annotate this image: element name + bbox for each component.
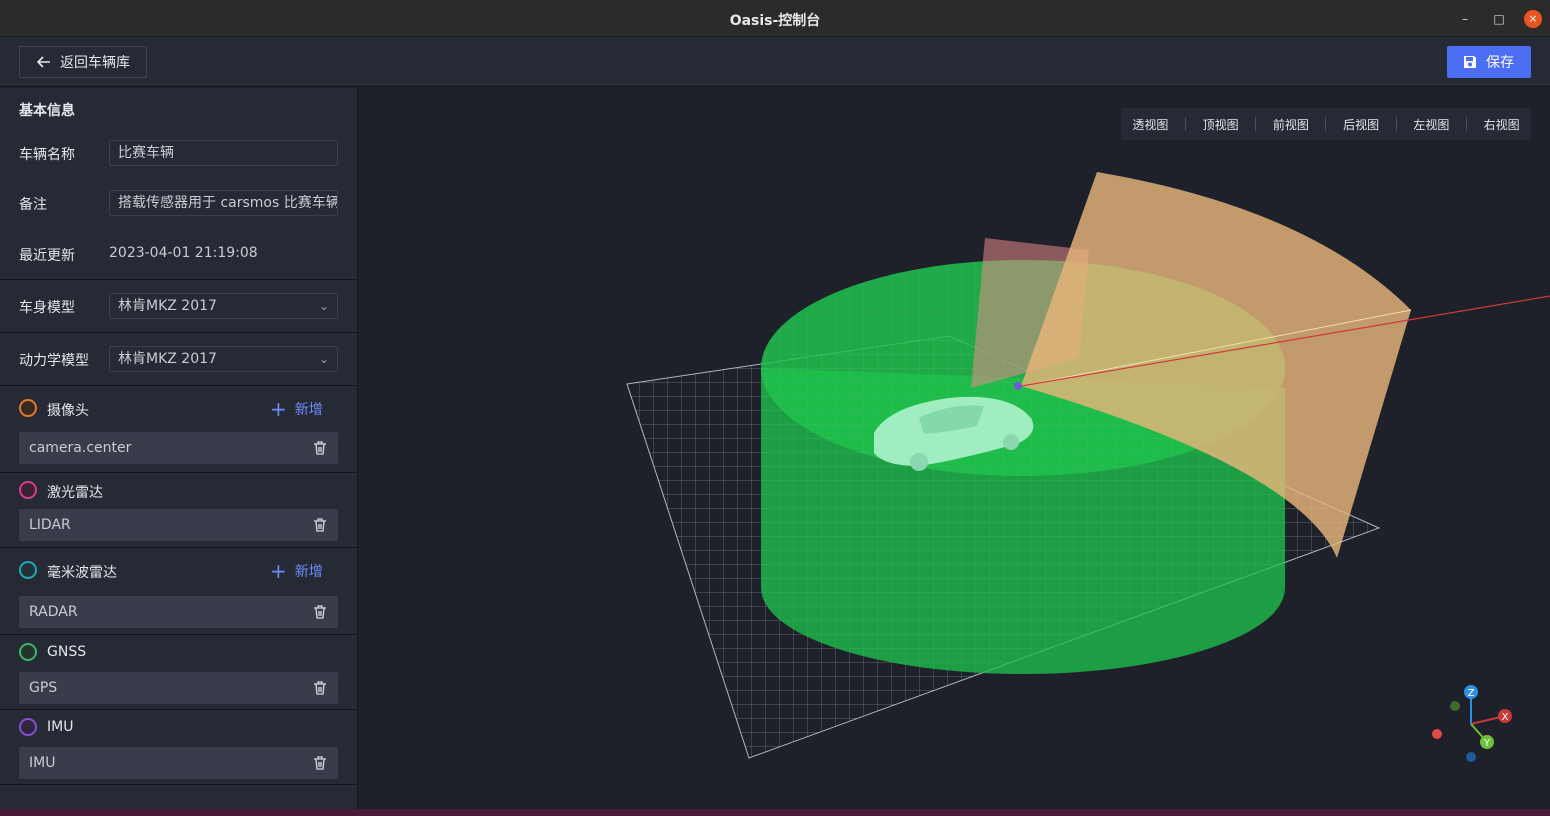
window-title: Oasis-控制台: [729, 13, 821, 29]
body-model-section: 车身模型 林肯MKZ 2017 ⌄: [0, 280, 358, 333]
basic-info-heading: 基本信息: [19, 103, 75, 119]
sensor-item-label: camera.center: [29, 440, 132, 456]
divider: [1255, 117, 1257, 131]
dynamics-model-label: 动力学模型: [19, 353, 89, 369]
add-radar-label: 新增: [294, 564, 323, 580]
note-label: 备注: [19, 197, 47, 213]
lidar-section: 激光雷达 LIDAR: [0, 473, 358, 548]
back-to-library-button[interactable]: 返回车辆库: [19, 46, 147, 78]
divider: [1466, 117, 1468, 131]
trash-icon[interactable]: [312, 517, 328, 533]
plus-icon: +: [270, 397, 287, 421]
tab-left-view[interactable]: 左视图: [1407, 116, 1455, 133]
desktop-bottom-strip: [0, 809, 1550, 816]
arrow-left-icon: [36, 56, 50, 68]
trash-icon[interactable]: [312, 604, 328, 620]
lidar-icon: [19, 481, 37, 499]
trash-icon[interactable]: [312, 680, 328, 696]
chevron-down-icon: ⌄: [318, 352, 329, 366]
close-button[interactable]: ×: [1524, 10, 1542, 28]
back-label: 返回车辆库: [60, 55, 130, 71]
camera-label: 摄像头: [47, 403, 89, 419]
y-axis-label: Y: [1483, 738, 1491, 749]
neg-z-handle[interactable]: [1466, 752, 1476, 762]
lidar-label: 激光雷达: [47, 485, 103, 501]
minimize-button[interactable]: –: [1456, 10, 1474, 28]
save-button[interactable]: 保存: [1447, 46, 1531, 78]
tab-back-view[interactable]: 后视图: [1337, 116, 1385, 133]
sensor-item-gnss[interactable]: GPS: [19, 672, 338, 704]
radar-section: 毫米波雷达 + 新增 RADAR: [0, 548, 358, 635]
tab-front-view[interactable]: 前视图: [1267, 116, 1315, 133]
dynamics-model-section: 动力学模型 林肯MKZ 2017 ⌄: [0, 333, 358, 386]
tab-top-view[interactable]: 顶视图: [1197, 116, 1245, 133]
updated-label: 最近更新: [19, 248, 75, 264]
tab-perspective-view[interactable]: 透视图: [1126, 116, 1174, 133]
view-switcher: 透视图 顶视图 前视图 后视图 左视图 右视图: [1121, 108, 1531, 140]
top-toolbar: 返回车辆库 保存: [0, 37, 1550, 87]
vehicle-name-label: 车辆名称: [19, 147, 75, 163]
body-model-select[interactable]: 林肯MKZ 2017 ⌄: [109, 293, 338, 319]
sensor-item-label: GPS: [29, 680, 58, 696]
window-titlebar: Oasis-控制台 – □ ×: [0, 0, 1550, 37]
maximize-button[interactable]: □: [1490, 10, 1508, 28]
gnss-icon: [19, 643, 37, 661]
sensor-item-label: IMU: [29, 755, 56, 771]
divider: [1395, 117, 1397, 131]
camera-section: 摄像头 + 新增 camera.center: [0, 386, 358, 473]
add-camera-button[interactable]: + 新增: [270, 399, 323, 419]
gnss-label: GNSS: [47, 644, 87, 660]
sensor-item-lidar[interactable]: LIDAR: [19, 509, 338, 541]
sensor-item-imu[interactable]: IMU: [19, 747, 338, 779]
sensor-item-label: RADAR: [29, 604, 78, 620]
add-camera-label: 新增: [294, 402, 323, 418]
z-axis-label: Z: [1468, 688, 1475, 699]
3d-viewport[interactable]: Z X Y 透视图 顶视图 前视图 后视图 左视图 右视图: [359, 88, 1550, 809]
dynamics-model-value: 林肯MKZ 2017: [118, 351, 217, 367]
sensor-scene[interactable]: Z X Y: [359, 88, 1550, 809]
radar-label: 毫米波雷达: [47, 565, 117, 581]
add-radar-button[interactable]: + 新增: [270, 561, 323, 581]
divider: [1325, 117, 1327, 131]
tab-right-view[interactable]: 右视图: [1478, 116, 1526, 133]
save-label: 保存: [1486, 55, 1514, 71]
basic-info-section: 基本信息 车辆名称 比赛车辆 备注 搭载传感器用于 carsmos 比赛车辆 最…: [0, 88, 358, 280]
note-input[interactable]: 搭载传感器用于 carsmos 比赛车辆: [109, 190, 338, 216]
chevron-down-icon: ⌄: [318, 299, 329, 313]
neg-x-handle[interactable]: [1432, 729, 1442, 739]
x-axis-label: X: [1502, 712, 1509, 723]
updated-value: 2023-04-01 21:19:08: [109, 245, 258, 261]
dynamics-model-select[interactable]: 林肯MKZ 2017 ⌄: [109, 346, 338, 372]
imu-icon: [19, 718, 37, 736]
plus-icon: +: [270, 559, 287, 583]
vehicle-name-input[interactable]: 比赛车辆: [109, 140, 338, 166]
vehicle-config-sidebar: 基本信息 车辆名称 比赛车辆 备注 搭载传感器用于 carsmos 比赛车辆 最…: [0, 88, 358, 809]
imu-label: IMU: [47, 719, 74, 735]
body-model-value: 林肯MKZ 2017: [118, 298, 217, 314]
body-model-label: 车身模型: [19, 300, 75, 316]
camera-icon: [19, 399, 37, 417]
gnss-section: GNSS GPS: [0, 635, 358, 710]
save-icon: [1464, 56, 1476, 68]
trash-icon[interactable]: [312, 755, 328, 771]
divider: [1184, 117, 1186, 131]
sensor-item-label: LIDAR: [29, 517, 71, 533]
sensor-item-camera[interactable]: camera.center: [19, 432, 338, 464]
sensor-item-radar[interactable]: RADAR: [19, 596, 338, 628]
radar-icon: [19, 561, 37, 579]
trash-icon[interactable]: [312, 440, 328, 456]
neg-y-handle[interactable]: [1450, 701, 1460, 711]
axis-gizmo[interactable]: Z X Y: [1432, 685, 1512, 762]
sensor-origin-marker: [1014, 382, 1022, 390]
imu-section: IMU IMU: [0, 710, 358, 785]
